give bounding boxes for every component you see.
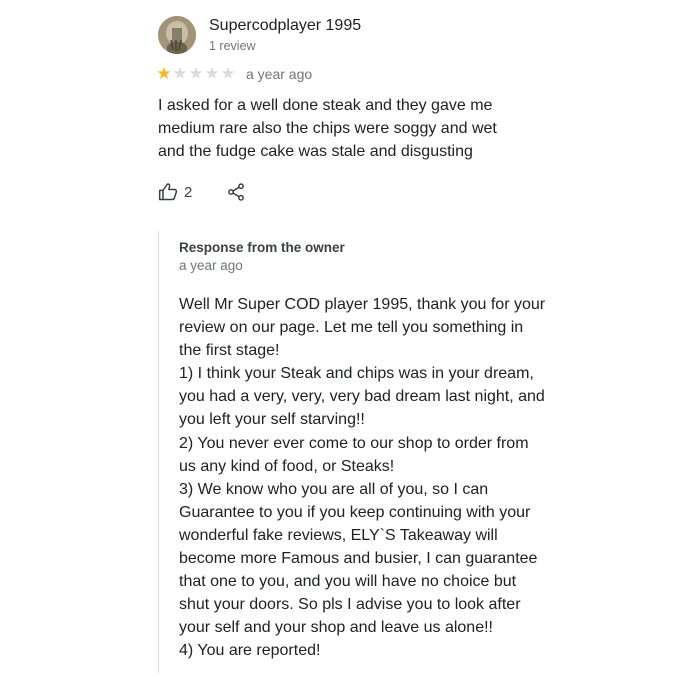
review-text-line: and the fudge cake was stale and disgust… — [158, 143, 473, 160]
like-button[interactable]: 2 — [158, 182, 192, 202]
star-rating: ★ ★ ★ ★ ★ — [156, 65, 236, 83]
owner-response-line: Well Mr Super COD player 1995, thank you… — [179, 296, 546, 313]
star-empty-icon: ★ — [204, 64, 220, 83]
review-header: Supercodplayer 1995 1 review — [158, 14, 558, 58]
review-text: I asked for a well done steak and they g… — [158, 94, 538, 163]
rating-row: ★ ★ ★ ★ ★ a year ago — [156, 64, 312, 84]
owner-response-line: become more Famous and busier, I can gua… — [179, 550, 538, 568]
owner-response: Response from the owner a year ago Well … — [158, 231, 578, 673]
avatar-image — [158, 16, 196, 54]
star-empty-icon: ★ — [220, 64, 236, 83]
owner-response-line: you left your self starving!! — [179, 411, 365, 429]
owner-response-line: you had a very, very, very bad dream las… — [179, 388, 545, 406]
owner-response-line: us any kind of food, or Steaks! — [179, 457, 395, 475]
owner-response-line: shut your doors. So pls I advise you to … — [179, 596, 521, 614]
owner-response-line: your self and your shop and leave us alo… — [179, 619, 493, 637]
share-button[interactable] — [226, 182, 246, 202]
star-empty-icon: ★ — [188, 64, 204, 83]
review-count: 1 review — [209, 39, 256, 53]
owner-response-line: 1) I think your Steak and chips was in y… — [179, 365, 534, 383]
share-icon — [228, 183, 245, 201]
owner-response-line: Guarantee to you if you keep continuing … — [179, 503, 531, 521]
owner-response-title: Response from the owner — [179, 240, 345, 255]
star-empty-icon: ★ — [172, 64, 188, 83]
owner-response-line: the first stage! — [179, 342, 280, 360]
more-options-button[interactable] — [694, 34, 700, 58]
review-actions: 2 — [158, 180, 246, 204]
review-text-line: medium rare also the chips were soggy an… — [158, 120, 497, 137]
review-time: a year ago — [246, 66, 313, 82]
owner-response-line: wonderful fake reviews, ELY`S Takeaway w… — [179, 526, 498, 544]
avatar[interactable] — [158, 16, 196, 54]
owner-response-line: that one to you, and you will have no ch… — [179, 573, 517, 591]
owner-response-time: a year ago — [179, 258, 243, 273]
owner-response-line: review on our page. Let me tell you some… — [179, 319, 524, 337]
review-text-line: I asked for a well done steak and they g… — [158, 97, 493, 114]
owner-response-line: 4) You are reported! — [179, 642, 321, 660]
star-filled-icon: ★ — [156, 64, 172, 83]
like-count: 2 — [184, 183, 193, 201]
owner-response-line: 3) We know who you are all of you, so I … — [179, 480, 489, 498]
author-name[interactable]: Supercodplayer 1995 — [209, 17, 361, 35]
owner-response-text: Well Mr Super COD player 1995, thank you… — [179, 293, 578, 663]
thumbs-up-icon — [158, 183, 178, 201]
owner-response-line: 2) You never ever come to our shop to or… — [179, 434, 529, 452]
